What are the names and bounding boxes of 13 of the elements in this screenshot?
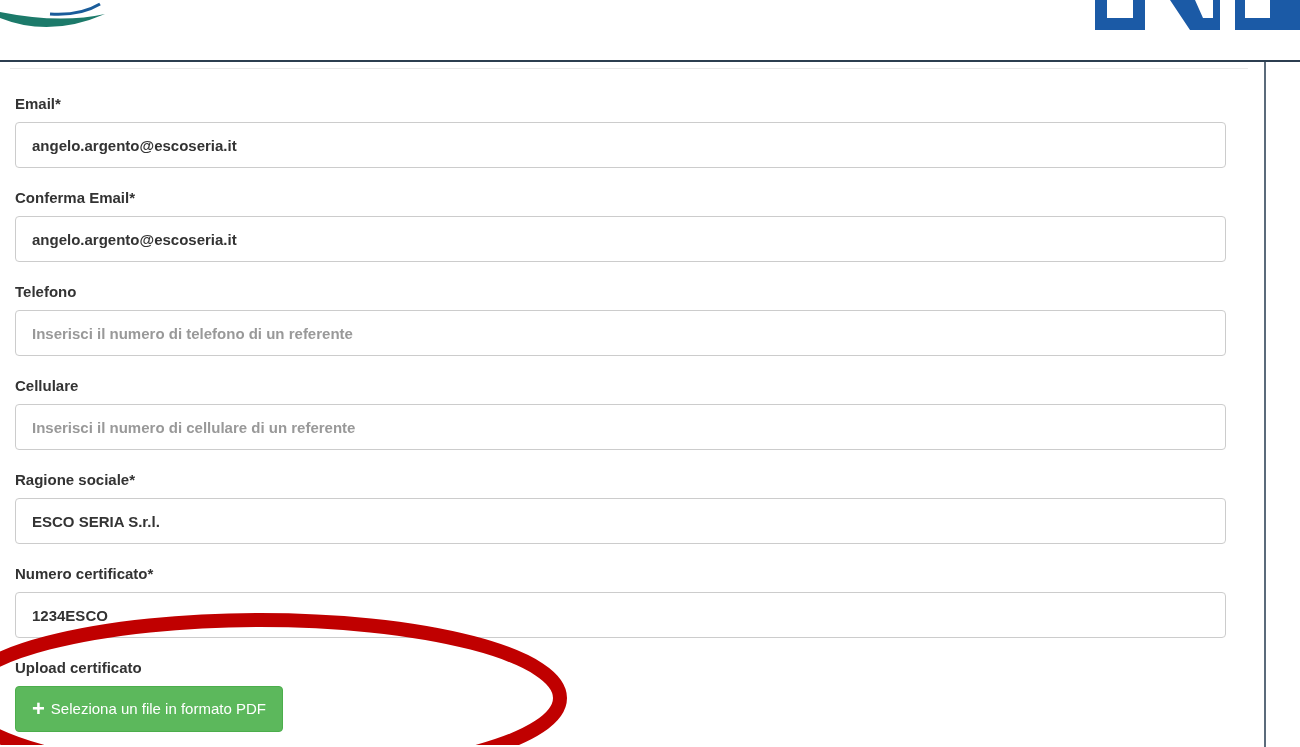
field-label: Email* — [15, 94, 62, 114]
input-field[interactable]: ESCO SERIA S.r.l. — [15, 498, 1226, 544]
field-label: Conferma Email* — [15, 188, 137, 208]
field-label: Ragione sociale* — [15, 470, 137, 490]
input-field[interactable]: 1234ESCO — [15, 592, 1226, 638]
field-label: Upload certificato — [15, 658, 143, 678]
input-field[interactable]: Inserisci il numero di cellulare di un referente — [15, 404, 1226, 450]
input-field[interactable]: Inserisci il numero di telefono di un referente — [15, 310, 1226, 356]
input-field[interactable]: angelo.argento@escoseria.it — [15, 216, 1226, 262]
field-label: Telefono — [15, 282, 78, 302]
input-field[interactable]: angelo.argento@escoseria.it — [15, 122, 1226, 168]
field-label: Numero certificato* — [15, 564, 155, 584]
field-label: Cellulare — [15, 376, 80, 396]
